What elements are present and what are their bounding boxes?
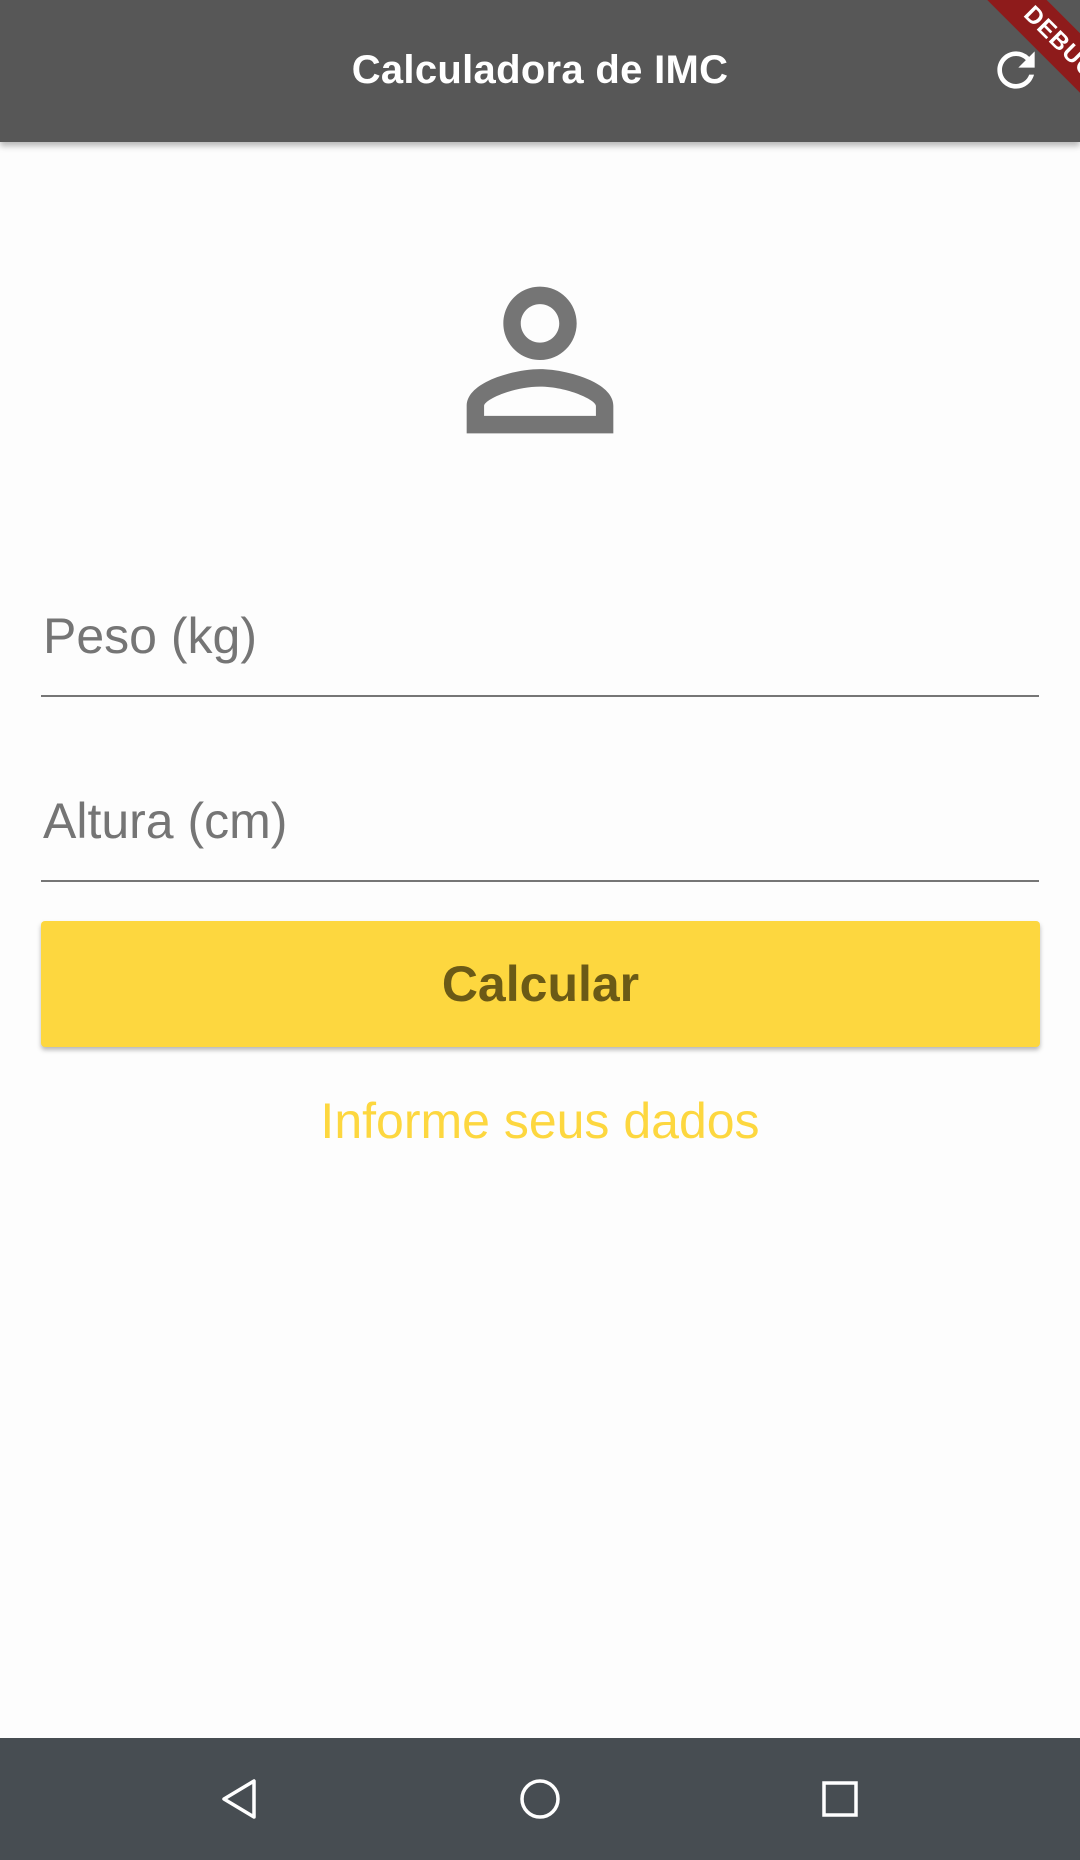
altura-field[interactable]: Altura (cm) xyxy=(41,770,1039,882)
back-triangle-icon xyxy=(222,1779,256,1819)
recents-square-icon xyxy=(822,1781,858,1817)
calculate-button[interactable]: Calcular xyxy=(41,921,1040,1047)
app-bar: Calculadora de IMC xyxy=(0,0,1080,142)
app-title: Calculadora de IMC xyxy=(351,48,729,92)
screen: Calculadora de IMC DEBUG Peso (kg) Altur… xyxy=(0,0,1080,1860)
peso-field[interactable]: Peso (kg) xyxy=(41,585,1039,697)
nav-back-button[interactable] xyxy=(205,1764,275,1834)
person-outline-icon xyxy=(466,286,614,434)
altura-label: Altura (cm) xyxy=(43,793,288,849)
debug-banner-label: DEBUG xyxy=(974,0,1080,110)
info-text: Informe seus dados xyxy=(320,1093,760,1149)
home-circle-icon xyxy=(520,1779,560,1819)
nav-home-button[interactable] xyxy=(505,1764,575,1834)
nav-recents-button[interactable] xyxy=(805,1764,875,1834)
android-nav-bar xyxy=(0,1738,1080,1860)
debug-banner: DEBUG xyxy=(970,0,1080,110)
peso-label: Peso (kg) xyxy=(43,608,257,664)
